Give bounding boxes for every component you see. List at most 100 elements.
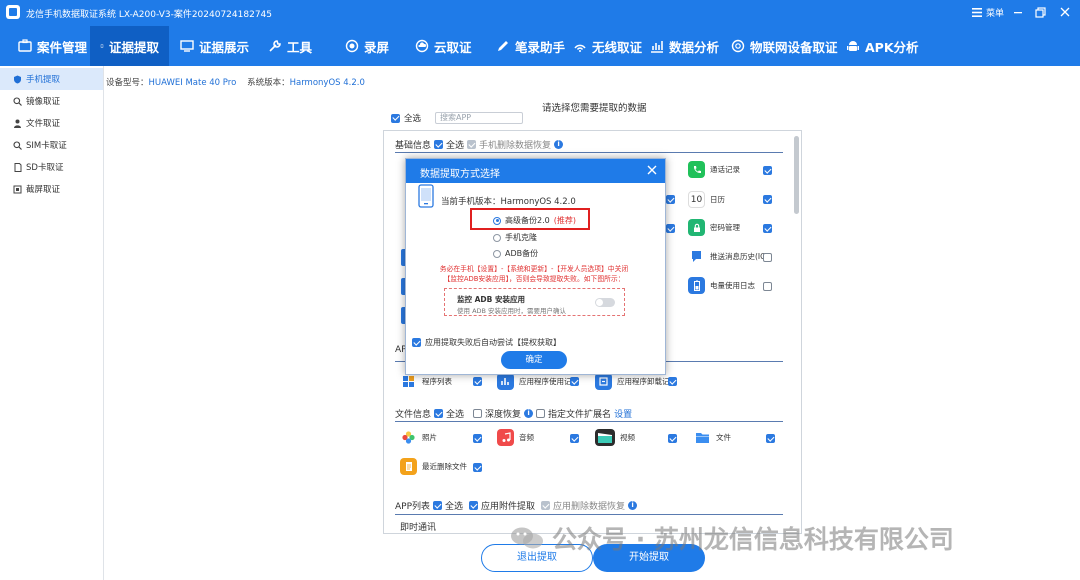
basic-select-all-label: 全选 bbox=[446, 141, 465, 151]
left-item-checkbox-2[interactable] bbox=[666, 224, 675, 233]
sidebar-item-file-forensics[interactable]: 文件取证 bbox=[0, 112, 103, 134]
device-info: 设备型号：HUAWEI Mate 40 Pro 系统版本：HarmonyOS 4… bbox=[106, 76, 365, 88]
item-label: 照片 bbox=[422, 433, 437, 442]
push-history-checkbox[interactable] bbox=[763, 253, 772, 262]
sim-icon bbox=[13, 140, 22, 150]
sidebar-item-screenshot-forensics[interactable]: 截屏取证 bbox=[0, 178, 103, 200]
nav-iot-forensics[interactable]: 物联网设备取证 bbox=[721, 26, 848, 66]
file-select-all-checkbox[interactable] bbox=[434, 409, 444, 418]
option-adb-backup[interactable]: ADB备份 bbox=[493, 248, 538, 259]
photos-checkbox[interactable] bbox=[473, 434, 482, 443]
wireless-icon bbox=[574, 44, 586, 52]
im-label: 即时通讯 bbox=[400, 523, 437, 533]
sidebar-item-sim-forensics[interactable]: SIM卡取证 bbox=[0, 134, 103, 156]
record-icon bbox=[345, 39, 359, 53]
app-usage-checkbox[interactable] bbox=[570, 377, 579, 386]
screenshot-icon bbox=[13, 185, 22, 193]
nav-label: 录屏 bbox=[364, 39, 390, 55]
confirm-button[interactable]: 确定 bbox=[501, 351, 567, 369]
sidebar-item-phone-extract[interactable]: 手机提取 bbox=[0, 68, 103, 90]
audio-checkbox[interactable] bbox=[570, 434, 579, 443]
calendar-checkbox[interactable] bbox=[763, 195, 772, 204]
section-divider bbox=[395, 514, 783, 515]
app-list-title: APP列表 bbox=[395, 502, 431, 512]
app-usage-item: 应用程序使用记录 bbox=[497, 373, 579, 390]
minimize-button[interactable] bbox=[1009, 4, 1027, 20]
auto-retry-checkbox[interactable] bbox=[412, 338, 421, 347]
item-label: 最近删除文件 bbox=[422, 462, 467, 471]
phone-device-icon bbox=[418, 184, 434, 208]
item-label: 通话记录 bbox=[710, 165, 740, 174]
app-uninstall-icon bbox=[595, 373, 612, 390]
device-model-label: 设备型号： bbox=[106, 78, 149, 88]
nav-label: APK分析 bbox=[865, 39, 919, 55]
close-icon[interactable] bbox=[646, 164, 658, 176]
nav-tools[interactable]: 工具 bbox=[258, 26, 322, 66]
password-manager-checkbox[interactable] bbox=[763, 224, 772, 233]
item-label: 日历 bbox=[710, 195, 725, 204]
recently-deleted-item: 最近删除文件 bbox=[400, 458, 467, 475]
password-icon bbox=[688, 219, 705, 236]
case-icon bbox=[18, 39, 32, 52]
file-ext-settings-link[interactable]: 设置 bbox=[614, 407, 632, 420]
item-label: 程序列表 bbox=[422, 377, 452, 386]
basic-select-all-checkbox[interactable] bbox=[434, 140, 444, 149]
nav-apk-analysis[interactable]: APK分析 bbox=[836, 26, 929, 66]
phone-icon bbox=[100, 44, 104, 48]
nav-data-analysis[interactable]: 数据分析 bbox=[640, 26, 729, 66]
auto-retry-label: 应用提取失败后自动尝试【提权获取】 bbox=[425, 338, 561, 347]
sidebar-item-image-forensics[interactable]: 镜像取证 bbox=[0, 90, 103, 112]
nav-cloud-forensics[interactable]: 云取证 bbox=[405, 26, 482, 66]
section-divider bbox=[395, 421, 783, 422]
item-label: 推送消息历史(IO bbox=[710, 252, 767, 261]
sidebar-item-sd-forensics[interactable]: SD卡取证 bbox=[0, 156, 103, 178]
info-icon[interactable]: i bbox=[628, 501, 638, 510]
nav-label: 云取证 bbox=[434, 39, 472, 55]
app-attachment-checkbox[interactable] bbox=[469, 501, 479, 510]
nav-case-management[interactable]: 案件管理 bbox=[8, 26, 97, 66]
analysis-icon bbox=[651, 41, 663, 53]
restore-button[interactable] bbox=[1032, 4, 1050, 20]
left-item-checkbox[interactable] bbox=[666, 195, 675, 204]
select-all-checkbox[interactable] bbox=[391, 113, 400, 123]
nav-wireless-forensics[interactable]: 无线取证 bbox=[563, 26, 652, 66]
video-checkbox[interactable] bbox=[668, 434, 677, 443]
nav-screen-record[interactable]: 录屏 bbox=[335, 26, 399, 66]
menu-button[interactable]: 菜单 bbox=[972, 6, 1004, 19]
nav-evidence-display[interactable]: 证据展示 bbox=[170, 26, 259, 66]
info-icon[interactable]: i bbox=[524, 409, 534, 418]
scrollbar[interactable] bbox=[794, 136, 799, 214]
basic-info-header: 基础信息 全选 手机删除数据恢复 i bbox=[395, 138, 564, 151]
app-list-select-all-checkbox[interactable] bbox=[433, 501, 443, 510]
call-log-checkbox[interactable] bbox=[763, 166, 772, 175]
push-message-icon bbox=[688, 248, 705, 265]
documents-checkbox[interactable] bbox=[766, 434, 775, 443]
phone-deleted-recovery-checkbox[interactable] bbox=[467, 140, 477, 149]
battery-log-item: 电量使用日志 bbox=[688, 277, 755, 294]
deep-recovery-label: 深度恢复 bbox=[485, 410, 522, 420]
sidebar: 手机提取 镜像取证 文件取证 SIM卡取证 SD卡取证 截屏取证 bbox=[0, 66, 104, 580]
close-window-button[interactable] bbox=[1056, 4, 1074, 20]
nav-notes-assistant[interactable]: 笔录助手 bbox=[486, 26, 575, 66]
nav-label: 案件管理 bbox=[37, 39, 88, 55]
phone-call-icon bbox=[688, 161, 705, 178]
option-phone-clone[interactable]: 手机克隆 bbox=[493, 232, 537, 243]
display-icon bbox=[180, 40, 194, 52]
program-list-checkbox[interactable] bbox=[473, 377, 482, 386]
battery-log-checkbox[interactable] bbox=[763, 282, 772, 291]
audio-item: 音频 bbox=[497, 429, 534, 446]
select-all-label: 全选 bbox=[404, 114, 422, 124]
photos-icon bbox=[400, 429, 417, 446]
app-deleted-recovery-checkbox[interactable] bbox=[541, 501, 551, 510]
sidebar-item-label: SIM卡取证 bbox=[26, 141, 67, 151]
nav-label: 证据展示 bbox=[199, 39, 250, 55]
deep-recovery-checkbox[interactable] bbox=[473, 409, 483, 418]
file-person-icon bbox=[14, 119, 21, 128]
file-ext-checkbox[interactable] bbox=[536, 409, 546, 418]
recently-deleted-checkbox[interactable] bbox=[473, 463, 482, 472]
search-app-input[interactable]: 搜索APP bbox=[435, 112, 524, 124]
info-icon[interactable]: i bbox=[554, 140, 564, 149]
app-uninstall-checkbox[interactable] bbox=[668, 377, 677, 386]
nav-evidence-extraction[interactable]: 证据提取 bbox=[90, 26, 169, 66]
os-version-label: 系统版本： bbox=[247, 78, 290, 88]
